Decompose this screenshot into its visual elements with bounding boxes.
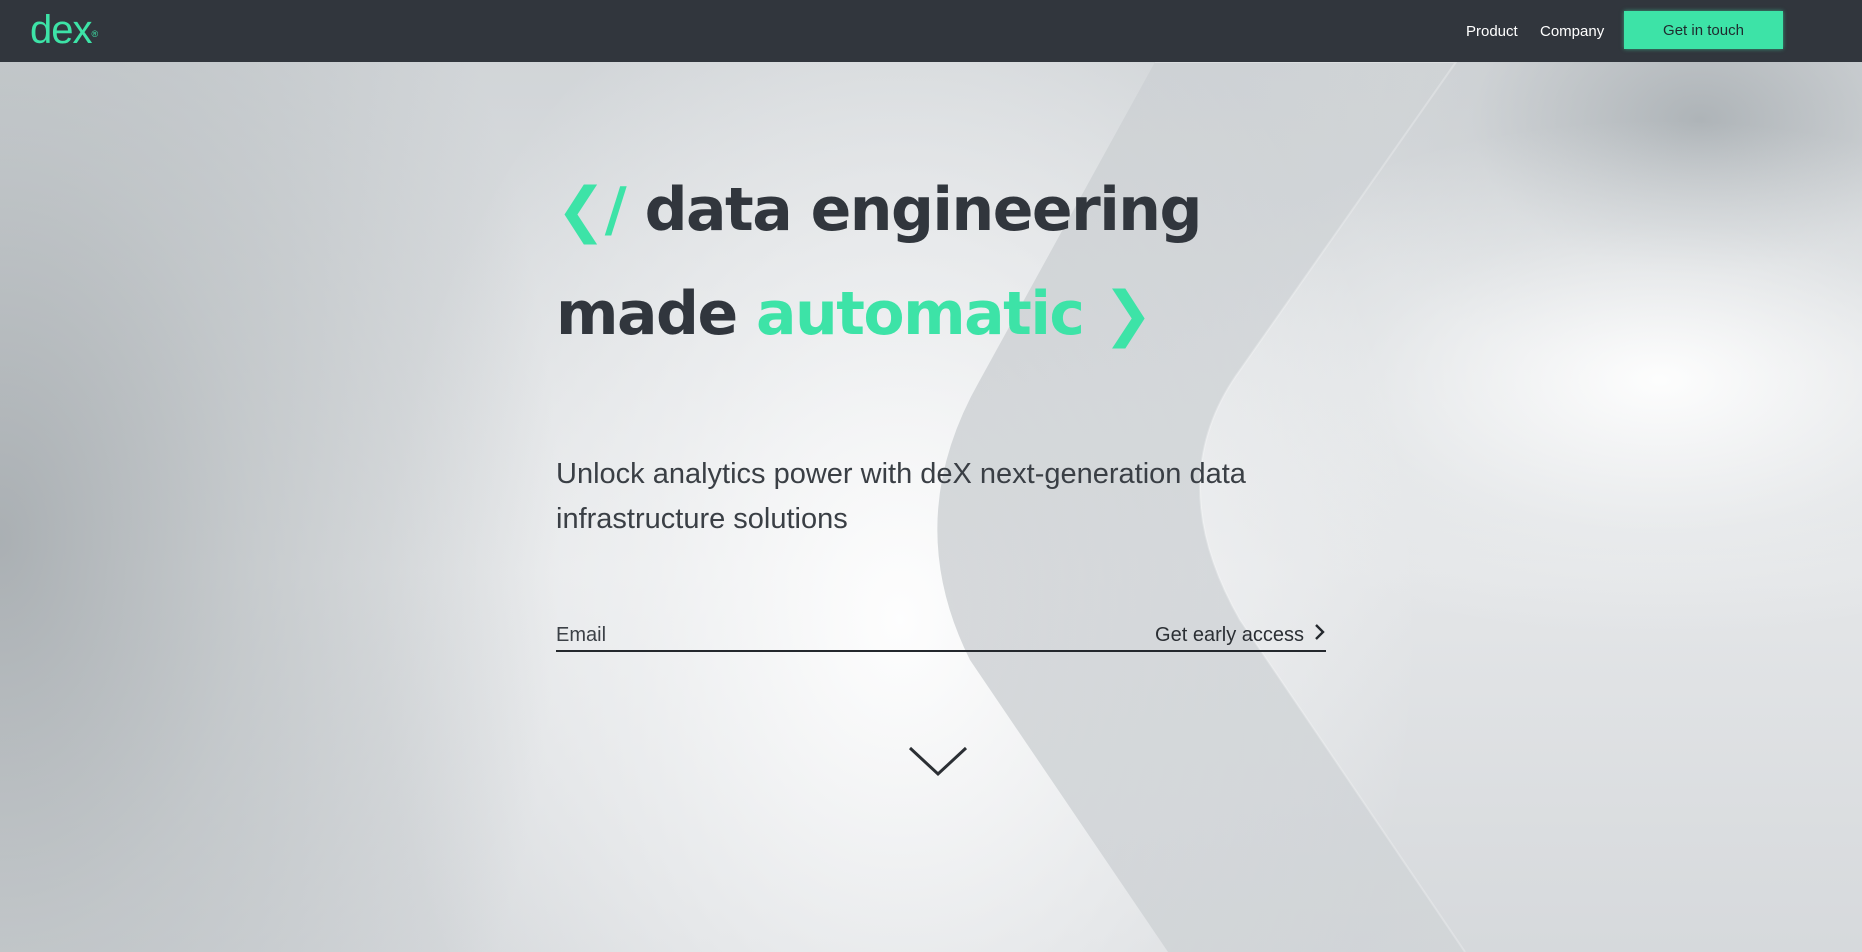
nav-company[interactable]: Company bbox=[1540, 0, 1604, 62]
email-field[interactable] bbox=[556, 620, 1116, 650]
early-access-form: Get early access bbox=[556, 620, 1326, 652]
top-navbar: dex® Product Company Get in touch bbox=[0, 0, 1862, 62]
submit-label: Get early access bbox=[1155, 623, 1304, 646]
closing-chevron-icon: ❯ bbox=[1102, 279, 1153, 349]
headline-line-1: ❮/ data engineering bbox=[556, 158, 1203, 262]
logo-text: dex bbox=[30, 8, 92, 52]
chevron-down-icon[interactable] bbox=[908, 744, 968, 780]
registered-mark: ® bbox=[91, 29, 99, 39]
headline-text-2: made bbox=[556, 279, 738, 349]
code-bracket-icon: ❮/ bbox=[556, 175, 627, 245]
headline-accent: automatic bbox=[756, 279, 1085, 349]
headline-text-1: data engineering bbox=[644, 175, 1203, 245]
hero-subtitle: Unlock analytics power with deX next-gen… bbox=[556, 458, 1246, 535]
get-in-touch-button[interactable]: Get in touch bbox=[1624, 11, 1783, 49]
hero-headline: ❮/ data engineering made automatic ❯ bbox=[556, 175, 1202, 414]
get-early-access-button[interactable]: Get early access bbox=[1155, 620, 1326, 650]
dex-logo[interactable]: dex® bbox=[30, 8, 99, 52]
chevron-right-icon bbox=[1314, 623, 1326, 647]
headline-line-2: made automatic ❯ bbox=[556, 262, 1201, 366]
nav-product[interactable]: Product bbox=[1466, 0, 1518, 62]
